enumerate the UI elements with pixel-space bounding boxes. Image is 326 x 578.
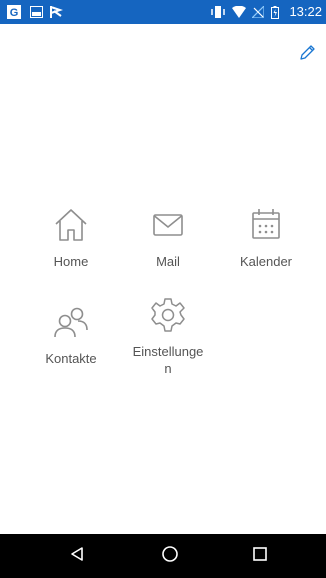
back-button[interactable]: [47, 534, 107, 578]
tile-mail[interactable]: Mail: [123, 205, 213, 270]
home-circle-icon: [161, 545, 179, 568]
vibrate-icon: [210, 0, 226, 24]
g-app-icon: G: [6, 0, 22, 24]
gear-icon: [148, 295, 188, 335]
tile-settings[interactable]: Einstellunge n: [123, 295, 213, 377]
contacts-icon: [51, 302, 91, 342]
status-bar: G 13:22: [0, 0, 326, 24]
tile-label: Home: [53, 254, 89, 269]
image-icon: [28, 0, 44, 24]
pencil-icon: [298, 44, 316, 67]
tile-label: Mail: [156, 254, 180, 269]
navigation-bar: [0, 534, 326, 578]
back-icon: [69, 546, 85, 567]
home-icon: [51, 205, 91, 245]
tile-contacts[interactable]: Kontakte: [26, 302, 116, 367]
wifi-icon: [231, 0, 247, 24]
recents-icon: [252, 546, 268, 567]
flag-icon: [48, 0, 64, 24]
recents-button[interactable]: [230, 534, 290, 578]
tile-label: Kalender: [239, 254, 293, 269]
mail-icon: [148, 205, 188, 245]
tile-label: Kontakte: [45, 351, 97, 366]
svg-text:G: G: [10, 7, 19, 19]
tile-home[interactable]: Home: [26, 205, 116, 270]
edit-button[interactable]: [296, 44, 318, 66]
no-sim-icon: [251, 0, 265, 24]
calendar-icon: [246, 205, 286, 245]
home-button[interactable]: [140, 534, 200, 578]
battery-icon: [269, 0, 281, 24]
tile-calendar[interactable]: Kalender: [221, 205, 311, 270]
tile-label: Einstellunge n: [132, 344, 204, 376]
status-time: 13:22: [289, 4, 322, 19]
